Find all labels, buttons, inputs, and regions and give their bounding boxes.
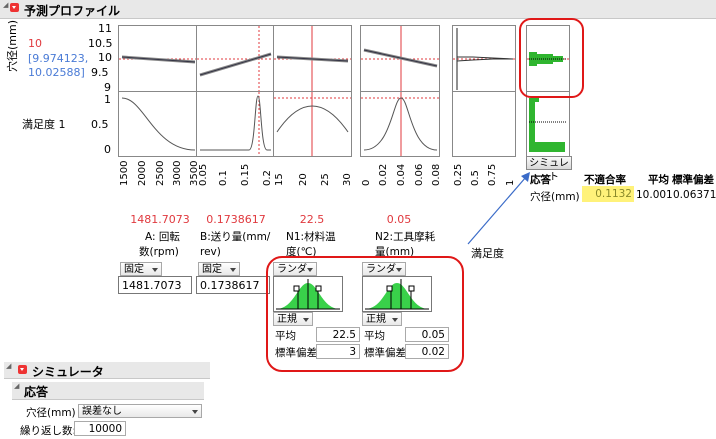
x-tick: 0.2: [262, 170, 273, 186]
x-tick: 20: [298, 173, 309, 186]
red-triangle-menu-icon[interactable]: [18, 365, 27, 374]
x-tick: 25: [320, 173, 331, 186]
noise-factor-highlight-frame: [266, 256, 464, 372]
x-tick: 15: [274, 173, 285, 186]
desirability-plot-b[interactable]: [196, 91, 275, 157]
profiler-header[interactable]: ◢ 予測プロファイル: [0, 0, 716, 19]
factor-n1-name-line1: N1:材料温: [286, 231, 336, 243]
chevron-down-icon: [152, 268, 158, 272]
x-tick: 3000: [172, 160, 183, 186]
profile-plot-a[interactable]: [118, 25, 198, 93]
x-tick: 2500: [155, 160, 166, 186]
simulator-error-text: 誤差なし: [82, 406, 122, 417]
collapse-triangle-icon[interactable]: ◢: [3, 1, 8, 9]
x-tick: 0.08: [431, 163, 442, 186]
results-mean: 10.001: [636, 189, 673, 201]
profile-plot-n2[interactable]: [360, 25, 440, 93]
desirability-plot-n2[interactable]: [360, 91, 440, 157]
simulator-response-header[interactable]: ◢ 応答: [12, 382, 204, 400]
results-header-mean: 平均: [648, 174, 669, 186]
factor-n1-value[interactable]: 22.5: [273, 213, 351, 226]
desirability-label: 満足度 1: [22, 118, 66, 131]
factor-a-input[interactable]: 1481.7073: [118, 276, 192, 294]
factor-b-mode-select[interactable]: 固定: [198, 262, 240, 276]
desirability-blank-plot: [452, 91, 516, 157]
y-tick: 11: [98, 22, 112, 35]
desirability-plot-a[interactable]: [118, 91, 198, 157]
x-tick: 0.04: [396, 163, 407, 186]
x-tick: 30: [342, 173, 353, 186]
factor-a-mode-text: 固定: [124, 264, 144, 275]
results-header-defect-rate: 不適合率: [584, 174, 626, 186]
x-tick: 0.06: [414, 163, 425, 186]
results-header-sd: 標準偏差: [672, 174, 714, 186]
x-tick: 0.02: [378, 163, 389, 186]
results-sd: 0.06371: [673, 189, 716, 201]
factor-a-name-line1: A: 回転: [145, 231, 180, 243]
simulator-reps-label: 繰り返し数:: [20, 425, 77, 437]
red-triangle-menu-icon[interactable]: [10, 3, 19, 12]
factor-a-mode-select[interactable]: 固定: [120, 262, 162, 276]
factor-b-name-line1: B:送り量(mm/: [200, 231, 271, 243]
collapse-triangle-icon[interactable]: ◢: [14, 382, 19, 390]
simulate-button[interactable]: シミュレート: [526, 156, 572, 183]
y-tick: 10.5: [88, 37, 113, 50]
factor-b-value[interactable]: 0.1738617: [196, 213, 276, 226]
factor-a-value[interactable]: 1481.7073: [120, 213, 200, 226]
desirability-plot-n1[interactable]: [273, 91, 352, 157]
x-tick: 0.05: [198, 163, 209, 186]
y-tick: 9.5: [91, 66, 109, 79]
factor-n2-name-line1: N2:工具摩耗: [375, 231, 436, 243]
factor-n2-value[interactable]: 0.05: [360, 213, 438, 226]
desir-tick: 1: [104, 93, 111, 106]
annotation-arrow: [467, 172, 530, 245]
simulator-error-select[interactable]: 誤差なし: [78, 404, 202, 418]
factor-b-name-line2: rev): [200, 246, 221, 258]
x-tick: 0.1: [218, 170, 229, 186]
simulator-response-label: 穴径(mm): [26, 407, 76, 419]
x-tick: 0.15: [240, 163, 251, 186]
histogram-highlight-frame: [519, 18, 584, 98]
factor-b-mode-text: 固定: [202, 264, 222, 275]
factor-b-input[interactable]: 0.1738617: [196, 276, 270, 294]
desirability-axis-label: 満足度: [471, 247, 504, 260]
simulator-title: シミュレータ: [32, 365, 104, 379]
results-defect-rate: 0.1132: [582, 186, 634, 202]
profile-plot-b[interactable]: [196, 25, 275, 93]
profiler-title: 予測プロファイル: [24, 4, 121, 18]
simulator-reps-input[interactable]: 10000: [74, 421, 126, 436]
response-ci-high: 10.02588]: [28, 66, 85, 79]
response-ci-low: [9.974123,: [28, 52, 89, 65]
chevron-down-icon: [230, 268, 236, 272]
profile-plot-n1[interactable]: [273, 25, 352, 93]
collapse-triangle-icon[interactable]: ◢: [6, 362, 11, 370]
response-value: 10: [28, 37, 42, 50]
y-tick: 10: [98, 51, 112, 64]
x-tick: 2000: [137, 160, 148, 186]
desirability-histogram: [526, 91, 570, 157]
desir-tick: 0.5: [91, 118, 109, 131]
factor-a-name-line2: 数(rpm): [139, 246, 179, 258]
simulator-response-title: 応答: [24, 385, 49, 399]
chevron-down-icon: [192, 410, 198, 414]
x-tick: 1500: [119, 160, 130, 186]
x-tick: 0: [361, 179, 372, 186]
simulator-header[interactable]: ◢ シミュレータ: [4, 362, 210, 379]
response-label: 穴径(mm): [6, 19, 19, 72]
desirability-function-plot[interactable]: [452, 25, 516, 93]
desir-tick: 0: [104, 143, 111, 156]
